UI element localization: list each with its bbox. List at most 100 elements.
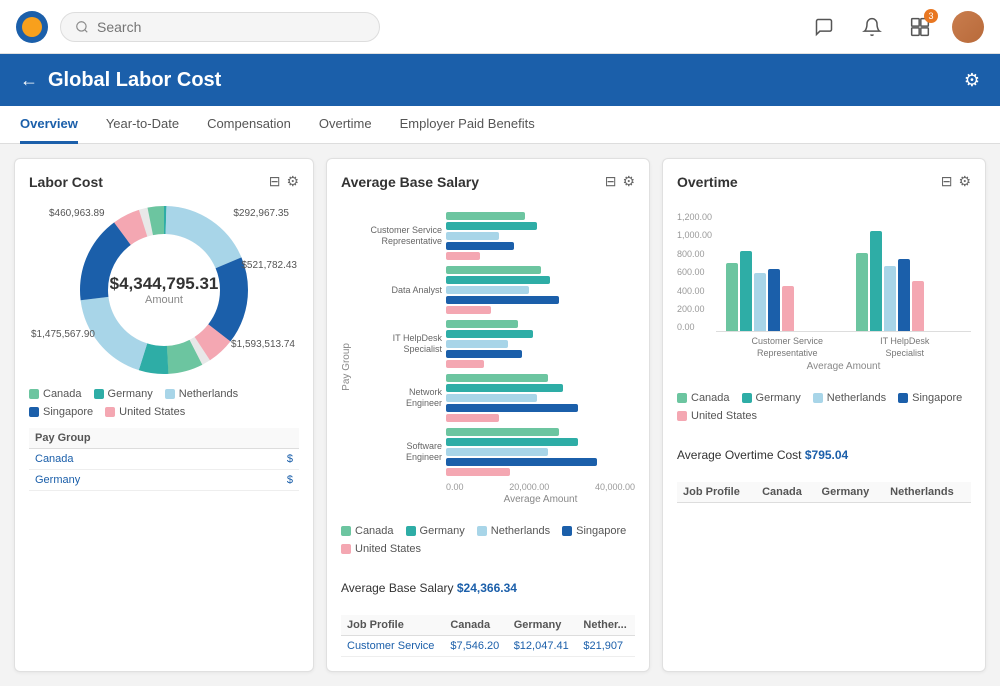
bar-se-germany — [446, 438, 578, 446]
bar-row-csr: Customer ServiceRepresentative — [352, 212, 635, 260]
nav-icons: 3 — [808, 11, 984, 43]
overtime-table: Job Profile Canada Germany Netherlands — [677, 482, 971, 503]
bar-label-it: IT HelpDeskSpecialist — [352, 333, 442, 355]
table-cell-germany[interactable]: Germany — [29, 470, 242, 491]
avg-salary-chart: Pay Group Customer ServiceRepresentative — [341, 212, 635, 505]
back-button[interactable]: ← — [20, 70, 38, 91]
label-us: $460,963.89 — [49, 208, 105, 219]
bar-group-it — [856, 231, 961, 331]
settings-icon[interactable]: ⚙ — [958, 173, 971, 190]
settings-icon[interactable]: ⚙ — [622, 173, 635, 190]
vert-bars — [716, 212, 971, 332]
x-tick-2: 40,000.00 — [595, 482, 635, 492]
bar-it-germany — [446, 330, 533, 338]
bar-csr-us — [782, 286, 794, 331]
bar-it-netherlands — [884, 266, 896, 331]
bar-csr-netherlands — [446, 232, 499, 240]
table-cell-germany-val: $ — [242, 470, 299, 491]
tab-overview[interactable]: Overview — [20, 106, 78, 144]
filter-icon[interactable]: ⊟ — [605, 173, 617, 190]
bars-ne — [446, 374, 635, 422]
table-cell-canada-val: $ — [242, 449, 299, 470]
label-netherlands: $1,475,567.90 — [31, 329, 95, 340]
user-avatar[interactable] — [952, 11, 984, 43]
bar-ne-netherlands — [446, 394, 537, 402]
th-germany: Germany — [508, 615, 578, 636]
bar-row-it: IT HelpDeskSpecialist — [352, 320, 635, 368]
legend-singapore: Singapore — [562, 525, 626, 537]
search-box[interactable] — [60, 12, 380, 42]
table-cell-canada[interactable]: Canada — [29, 449, 242, 470]
tab-employer-paid-benefits[interactable]: Employer Paid Benefits — [400, 106, 535, 144]
y-axis-label: Pay Group — [341, 327, 352, 391]
bar-csr-netherlands — [754, 273, 766, 331]
avg-salary-actions: ⊟ ⚙ — [605, 173, 635, 190]
y-tick-1200: 1,200.00 — [677, 212, 712, 222]
bar-label-ne: NetworkEngineer — [352, 387, 442, 409]
td-job-profile[interactable]: Customer Service — [341, 636, 444, 657]
workday-logo[interactable] — [16, 11, 48, 43]
settings-icon[interactable]: ⚙ — [286, 173, 299, 190]
x-labels: Customer ServiceRepresentative IT HelpDe… — [716, 336, 971, 359]
label-singapore: $1,593,513.74 — [231, 339, 295, 350]
search-icon — [75, 20, 89, 34]
legend-us: United States — [677, 410, 757, 422]
legend-canada: Canada — [677, 392, 730, 404]
bar-da-canada — [446, 266, 541, 274]
bar-csr-germany — [740, 251, 752, 331]
table-row: Customer Service $7,546.20 $12,047.41 $2… — [341, 636, 635, 657]
td-canada: $7,546.20 — [444, 636, 507, 657]
donut-amount: $4,344,795.31 — [110, 274, 219, 294]
apps-button[interactable]: 3 — [904, 11, 936, 43]
bar-it-us — [446, 360, 484, 368]
tab-bar: Overview Year-to-Date Compensation Overt… — [0, 106, 1000, 144]
th-job-profile: Job Profile — [341, 615, 444, 636]
labor-cost-title: Labor Cost — [29, 174, 269, 190]
tab-overtime[interactable]: Overtime — [319, 106, 372, 144]
bar-it-singapore — [898, 259, 910, 331]
donut-center: $4,344,795.31 Amount — [110, 274, 219, 306]
bar-row-ne: NetworkEngineer — [352, 374, 635, 422]
bar-it-us — [912, 281, 924, 331]
th-germany: Germany — [816, 482, 885, 503]
label-canada: $292,967.35 — [233, 208, 289, 219]
bar-csr-singapore — [446, 242, 514, 250]
filter-icon[interactable]: ⊟ — [941, 173, 953, 190]
bar-da-us — [446, 306, 491, 314]
overtime-title: Overtime — [677, 174, 941, 190]
labor-cost-table: Pay Group Canada $ Germany $ — [29, 428, 299, 491]
filter-icon[interactable]: ⊟ — [269, 173, 281, 190]
tab-year-to-date[interactable]: Year-to-Date — [106, 106, 179, 144]
search-input[interactable] — [97, 19, 365, 35]
td-germany: $12,047.41 — [508, 636, 578, 657]
tab-compensation[interactable]: Compensation — [207, 106, 291, 144]
bar-se-canada — [446, 428, 559, 436]
label-germany: $521,782.43 — [241, 260, 297, 271]
table-header-value — [242, 428, 299, 449]
bar-da-netherlands — [446, 286, 529, 294]
bar-ne-germany — [446, 384, 563, 392]
top-nav: 3 — [0, 0, 1000, 54]
legend-germany: Germany — [94, 388, 153, 400]
x-tick-0: 0.00 — [446, 482, 464, 492]
bar-it-netherlands — [446, 340, 508, 348]
legend-dot-germany — [94, 389, 104, 399]
bar-se-netherlands — [446, 448, 548, 456]
legend-germany: Germany — [406, 525, 465, 537]
overtime-x-axis-label: Average Amount — [716, 361, 971, 372]
bar-row-se: SoftwareEngineer — [352, 428, 635, 476]
bar-csr-singapore — [768, 269, 780, 331]
legend-singapore: Singapore — [898, 392, 962, 404]
labor-cost-header: Labor Cost ⊟ ⚙ — [29, 173, 299, 190]
bar-label-da: Data Analyst — [352, 285, 442, 296]
notification-badge: 3 — [924, 9, 938, 23]
chat-button[interactable] — [808, 11, 840, 43]
avg-salary-summary: Average Base Salary $24,366.34 — [341, 581, 635, 595]
settings-button[interactable]: ⚙ — [964, 70, 980, 91]
bar-row-da: Data Analyst — [352, 266, 635, 314]
legend-germany: Germany — [742, 392, 801, 404]
legend-netherlands: Netherlands — [813, 392, 886, 404]
overtime-summary: Average Overtime Cost $795.04 — [677, 448, 971, 462]
table-header-paygroup: Pay Group — [29, 428, 242, 449]
notification-button[interactable] — [856, 11, 888, 43]
